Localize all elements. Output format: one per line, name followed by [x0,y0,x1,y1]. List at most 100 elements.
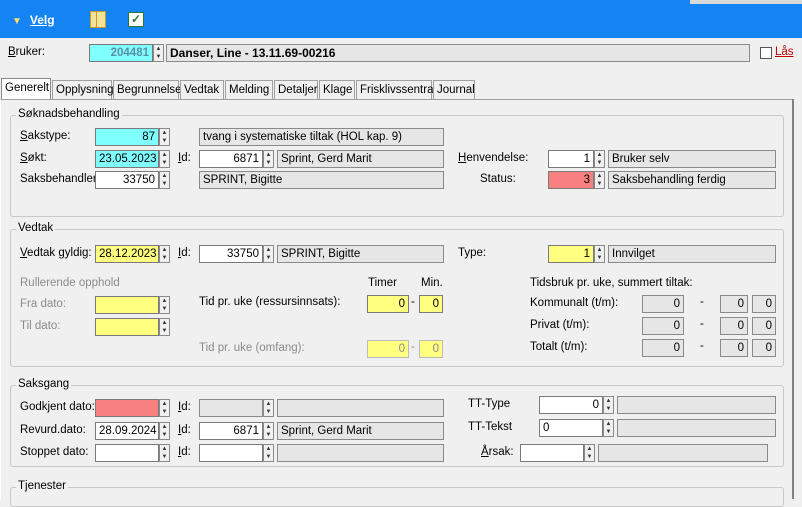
tab-melding[interactable]: Melding [225,80,273,99]
vedtak-type-text: Innvilget [608,245,776,263]
tid-omfang-min-field[interactable]: 0 [419,340,443,358]
privat-dash: - [700,318,704,330]
min-label: Min. [421,277,443,289]
privat-min: 0 [752,317,776,335]
arsak-field[interactable] [520,444,584,462]
sakstype-label: Sakstype: [20,130,71,142]
saksbehandler-label: Saksbehandler: [20,173,100,185]
privat-total: 0 [642,317,684,335]
stoppet-dato-field[interactable] [95,444,159,462]
sokt-id-field[interactable]: 6871 [199,150,263,168]
stoppet-id-field[interactable] [199,444,263,462]
arsak-spinner[interactable]: ▲ ▼ [584,444,595,462]
saksbehandler-name: SPRINT, Bigitte [199,171,444,189]
status-field[interactable]: 3 [548,171,594,189]
saksbehandler-field[interactable]: 33750 [95,171,159,189]
totalt-total: 0 [642,339,684,357]
tt-type-label: TT-Type [468,398,511,410]
vedtak-type-field[interactable]: 1 [548,245,594,263]
tab-opplysning[interactable]: Opplysning [52,80,114,99]
sakstype-spinner[interactable]: ▲ ▼ [159,128,170,146]
totalt-label: Totalt (t/m): [530,341,588,353]
sakstype-text: tvang i systematiske tiltak (HOL kap. 9) [199,128,444,146]
tid-ressurs-separator: - [411,296,415,308]
status-spinner[interactable]: ▲ ▼ [594,171,605,189]
stoppet-id-label: Id: [178,446,191,458]
kommunalt-label: Kommunalt (t/m): [530,297,619,309]
tt-type-spinner[interactable]: ▲ ▼ [603,396,614,414]
tjenester-group [10,487,784,507]
tab-frisklivssentral[interactable]: Frisklivssentral [356,80,436,99]
tt-type-field[interactable]: 0 [539,396,603,414]
tab-detaljer[interactable]: Detaljer [274,80,318,99]
arsak-label: Årsak: [481,446,514,458]
tab-vedtak[interactable]: Vedtak [180,80,224,99]
sokt-spinner[interactable]: ▲ ▼ [159,150,170,168]
godkjent-spinner[interactable]: ▲ ▼ [159,399,170,417]
til-dato-field[interactable] [95,318,159,336]
vedtak-id-spinner[interactable]: ▲ ▼ [263,245,274,263]
tid-omfang-timer-field[interactable]: 0 [367,340,409,358]
arsak-text [598,444,768,462]
tt-tekst-spinner[interactable]: ▲ ▼ [603,419,614,437]
sokt-id-spinner[interactable]: ▲ ▼ [263,150,274,168]
tab-begrunnelse[interactable]: Begrunnelse [113,80,182,99]
tab-klage[interactable]: Klage [319,80,355,99]
revurd-id-spinner[interactable]: ▲ ▼ [263,422,274,440]
saksbehandler-spinner[interactable]: ▲ ▼ [159,171,170,189]
stoppet-spinner[interactable]: ▲ ▼ [159,444,170,462]
tt-type-text [617,396,776,414]
bruker-label: Bruker: [8,46,46,58]
saksgang-title: Saksgang [16,378,72,390]
kommunalt-min: 0 [752,295,776,313]
tab-journal[interactable]: Journal [433,80,475,99]
sokt-id-label: Id: [178,152,191,164]
stoppet-id-spinner[interactable]: ▲ ▼ [263,444,274,462]
sokt-date-field[interactable]: 23.05.2023 [95,150,159,168]
godkjent-dato-field[interactable] [95,399,159,417]
tid-ressurs-label: Tid pr. uke (ressursinnsats): [199,296,341,308]
henvendelse-label: Henvendelse: [458,152,529,164]
rullerende-label: Rullerende opphold [20,277,120,289]
tjenester-title: Tjenester [16,480,68,492]
tab-generelt[interactable]: Generelt [1,78,51,99]
revurd-id-name: Sprint, Gerd Marit [277,422,444,440]
vedtak-id-field[interactable]: 33750 [199,245,263,263]
tt-tekst-field[interactable]: 0 [539,419,603,437]
til-dato-spinner[interactable]: ▲ ▼ [159,318,170,336]
status-text: Saksbehandling ferdig [608,171,776,189]
tid-ressurs-min-field[interactable]: 0 [419,295,443,313]
vedtak-gyldig-spinner[interactable]: ▲ ▼ [159,245,170,263]
bruker-id-spinner[interactable]: ▲ ▼ [153,44,164,62]
velg-menu[interactable]: ▼ Velg [12,13,55,27]
timer-label: Timer [368,277,397,289]
kommunalt-dash: - [700,296,704,308]
revurd-dato-field[interactable]: 28.09.2024 [95,422,159,440]
bruker-id-field[interactable]: 204481 [89,44,153,62]
bruker-name-field: Danser, Line - 13.11.69-00216 [166,44,750,62]
henvendelse-spinner[interactable]: ▲ ▼ [594,150,605,168]
revurd-id-field[interactable]: 6871 [199,422,263,440]
totalt-timer: 0 [720,339,748,357]
sakstype-field[interactable]: 87 [95,128,159,146]
las-checkbox[interactable] [760,47,772,59]
tidsbruk-label: Tidsbruk pr. uke, summert tiltak: [530,277,693,289]
checklist-icon[interactable]: ✓ [128,12,144,27]
til-dato-label: Til dato: [20,320,61,332]
revurd-spinner[interactable]: ▲ ▼ [159,422,170,440]
godkjent-id-field[interactable] [199,399,263,417]
fra-dato-field[interactable] [95,296,159,314]
henvendelse-field[interactable]: 1 [548,150,594,168]
tt-tekst-text [617,419,776,437]
fra-dato-spinner[interactable]: ▲ ▼ [159,296,170,314]
tid-ressurs-timer-field[interactable]: 0 [367,295,409,313]
godkjent-label: Godkjent dato: [20,401,95,413]
vedtak-gyldig-field[interactable]: 28.12.2023 [95,245,159,263]
binder-icon[interactable] [90,11,106,28]
vedtak-type-spinner[interactable]: ▲ ▼ [594,245,605,263]
privat-timer: 0 [720,317,748,335]
revurd-label: Revurd.dato: [20,424,86,436]
sokt-label: Søkt: [20,152,47,164]
godkjent-id-spinner[interactable]: ▲ ▼ [263,399,274,417]
velg-menu-label: Velg [29,13,55,27]
